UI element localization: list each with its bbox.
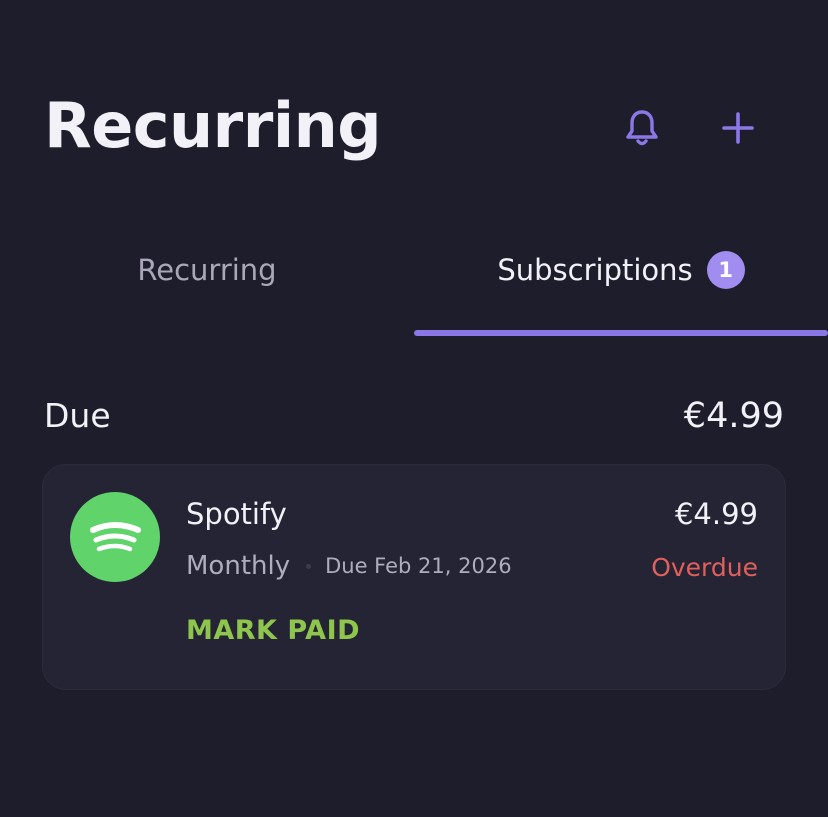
tab-subscriptions[interactable]: Subscriptions 1 (414, 230, 828, 310)
spotify-waves-icon (90, 522, 141, 552)
section-total: €4.99 (683, 396, 784, 436)
section-title: Due (44, 396, 111, 435)
recurring-screen: Recurring Recurring Subscriptions 1 Due … (0, 0, 828, 817)
separator-dot (306, 563, 312, 569)
header: Recurring (44, 88, 784, 168)
plus-icon (722, 112, 754, 144)
page-title: Recurring (44, 89, 382, 162)
section-header: Due €4.99 (44, 396, 784, 442)
subscription-frequency: Monthly (186, 551, 291, 581)
subscription-card[interactable]: Spotify Monthly Due Feb 21, 2026 €4.99 O… (42, 464, 786, 690)
subscription-name: Spotify (186, 497, 287, 531)
add-button[interactable] (710, 100, 766, 156)
subscription-amount: €4.99 (674, 497, 758, 531)
subscription-due-date: Due Feb 21, 2026 (325, 554, 512, 578)
tab-label: Subscriptions (497, 253, 693, 287)
tab-label: Recurring (137, 253, 277, 287)
status-badge: Overdue (651, 553, 758, 582)
count-badge: 1 (706, 251, 745, 289)
bell-icon (626, 110, 658, 146)
tab-bar: Recurring Subscriptions 1 (0, 230, 828, 340)
notifications-button[interactable] (614, 100, 670, 156)
active-tab-indicator (414, 330, 828, 336)
subscription-meta: Monthly Due Feb 21, 2026 (186, 551, 512, 581)
tab-recurring[interactable]: Recurring (0, 230, 414, 310)
mark-paid-button[interactable]: MARK PAID (186, 615, 360, 646)
spotify-logo-icon (70, 492, 160, 582)
